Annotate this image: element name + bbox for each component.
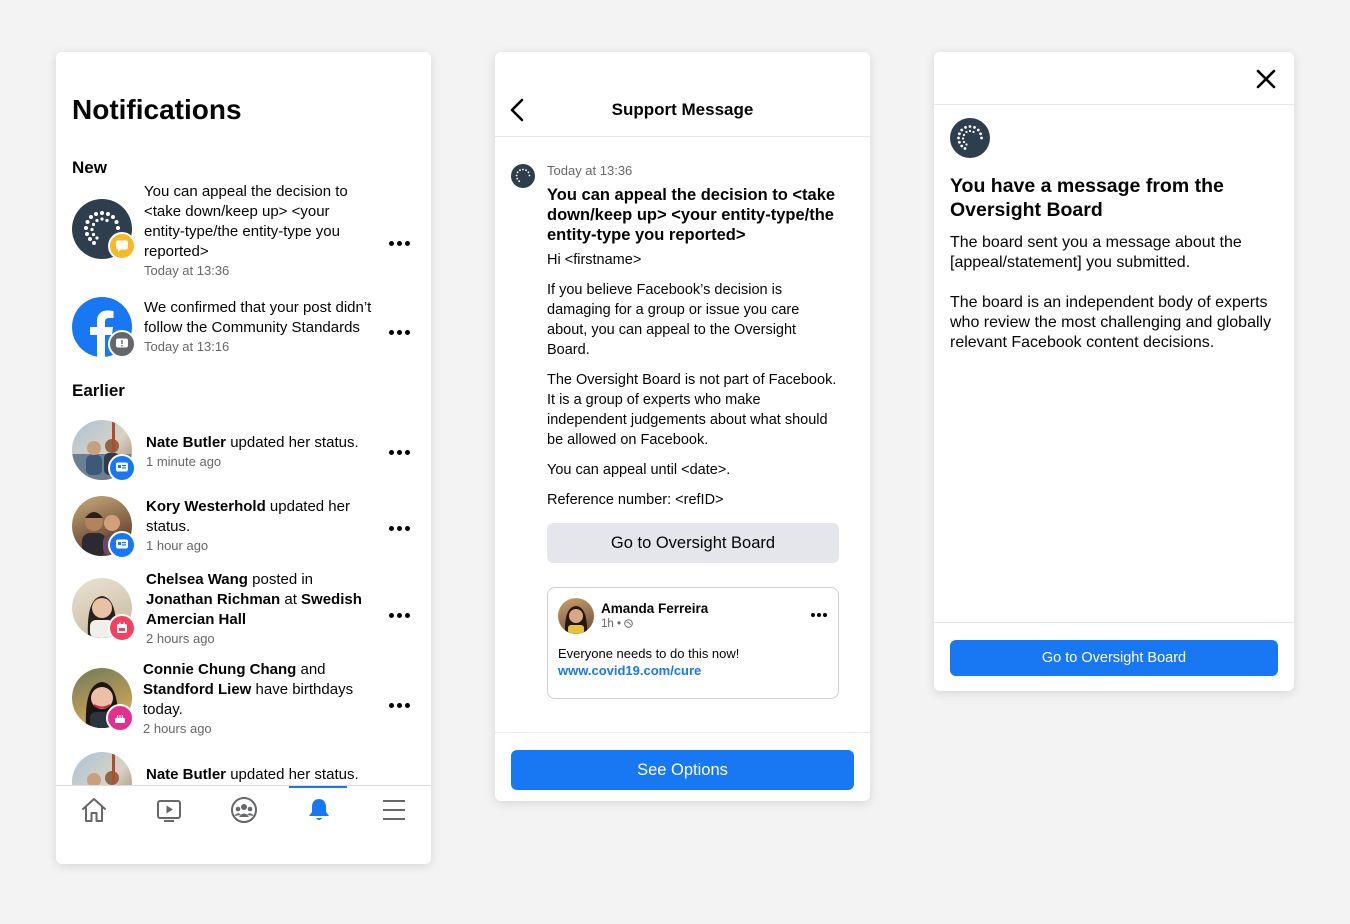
- more-options-icon[interactable]: [387, 439, 411, 460]
- message-title: You can appeal the decision to <take dow…: [547, 186, 836, 244]
- home-icon[interactable]: [79, 796, 109, 824]
- alert-badge-icon: [108, 330, 136, 358]
- page-title: Notifications: [72, 94, 242, 125]
- message-paragraph: The Oversight Board is not part of Faceb…: [547, 372, 837, 448]
- notification-text: at: [280, 591, 302, 608]
- divider: [934, 622, 1294, 623]
- groups-icon[interactable]: [229, 796, 259, 824]
- actor-name[interactable]: Kory Westerhold: [146, 498, 266, 515]
- actor-name[interactable]: Nate Butler: [146, 434, 226, 451]
- post-link[interactable]: www.covid19.com/cure: [558, 663, 701, 678]
- message-greeting: Hi <firstname>: [547, 252, 642, 268]
- notification-time: 1 hour ago: [146, 538, 209, 553]
- message-badge-icon: [108, 232, 136, 260]
- notification-item[interactable]: Kory Westerhold updated her status. 1 ho…: [56, 495, 431, 559]
- more-options-icon[interactable]: [387, 515, 411, 536]
- notification-time: 1 minute ago: [146, 454, 222, 469]
- notification-item[interactable]: You can appeal the decision to <take dow…: [56, 183, 431, 284]
- notification-item[interactable]: We confirmed that your post didn’t follo…: [56, 297, 431, 363]
- post-text: Everyone needs to do this now!: [558, 646, 740, 661]
- go-to-oversight-board-button[interactable]: Go to Oversight Board: [950, 640, 1278, 676]
- close-icon[interactable]: [1256, 69, 1276, 89]
- header-title: Support Message: [611, 100, 754, 119]
- section-earlier-heading: Earlier: [72, 381, 125, 400]
- menu-icon[interactable]: [379, 796, 409, 824]
- section-new-heading: New: [72, 158, 107, 177]
- support-message-panel: Support Message Today at 13:36 You can a…: [495, 52, 870, 801]
- footer: See Options: [495, 732, 870, 801]
- message-paragraph: You can appeal until <date>.: [547, 462, 731, 478]
- divider: [934, 104, 1294, 105]
- more-options-icon[interactable]: [387, 319, 411, 340]
- notification-time: 2 hours ago: [146, 631, 215, 646]
- more-options-icon[interactable]: [387, 692, 411, 713]
- notification-text: updated her status.: [226, 766, 359, 783]
- post-author[interactable]: Amanda Ferreira: [601, 601, 708, 616]
- notification-text: You can appeal the decision to <take dow…: [144, 183, 348, 260]
- actor-name[interactable]: Connie Chung Chang: [143, 661, 296, 678]
- notifications-panel: Notifications New You can appeal the dec…: [56, 52, 431, 864]
- dialog-title: You have a message from the Oversight Bo…: [950, 175, 1224, 221]
- notification-item[interactable]: Connie Chung Chang and Standford Liew ha…: [56, 661, 431, 740]
- more-options-icon[interactable]: [810, 604, 828, 622]
- birthday-cake-icon: [106, 704, 134, 732]
- reference-number: Reference number: <refID>: [547, 492, 724, 508]
- actor-name[interactable]: Jonathan Richman: [146, 591, 280, 608]
- actor-name[interactable]: Nate Butler: [146, 766, 226, 783]
- message-paragraph: If you believe Facebook’s decision is da…: [547, 282, 800, 358]
- bell-icon[interactable]: [304, 796, 334, 824]
- notification-time: Today at 13:16: [144, 339, 230, 354]
- post-meta: 1h •: [601, 618, 622, 630]
- event-badge-icon: [108, 614, 136, 642]
- avatar: [558, 598, 594, 634]
- more-options-icon[interactable]: [387, 230, 411, 251]
- status-badge-icon: [108, 531, 136, 559]
- oversight-board-logo: [950, 118, 990, 158]
- notification-item[interactable]: Chelsea Wang posted in Jonathan Richman …: [56, 571, 431, 650]
- status-badge-icon: [108, 454, 136, 482]
- notification-text: We confirmed that your post didn’t follo…: [144, 299, 372, 336]
- message-time: Today at 13:36: [547, 163, 633, 178]
- notification-text: posted in: [247, 571, 314, 588]
- active-tab-indicator: [289, 786, 347, 788]
- actor-name[interactable]: Chelsea Wang: [146, 571, 248, 588]
- dialog-body: The board sent you a message about the […: [950, 234, 1242, 271]
- notification-time: Today at 13:36: [144, 263, 230, 278]
- dialog-body: The board is an independent body of expe…: [950, 294, 1272, 351]
- header: Support Message: [495, 52, 870, 137]
- bottom-tab-bar: [56, 785, 431, 864]
- notification-text: updated her status.: [226, 434, 359, 451]
- notification-item[interactable]: Nate Butler updated her status. 1 minute…: [56, 418, 431, 482]
- notification-text: and: [296, 661, 326, 678]
- more-options-icon[interactable]: [387, 602, 411, 623]
- see-options-button[interactable]: See Options: [511, 750, 854, 790]
- actor-name[interactable]: Standford Liew: [143, 681, 251, 698]
- reported-post-preview[interactable]: Amanda Ferreira 1h • Everyone needs to d…: [547, 587, 839, 699]
- video-icon[interactable]: [154, 796, 184, 824]
- notification-item[interactable]: Nate Butler updated her status.: [56, 750, 431, 790]
- go-to-oversight-board-button[interactable]: Go to Oversight Board: [547, 523, 839, 563]
- notification-time: 2 hours ago: [143, 721, 212, 736]
- oversight-board-avatar: [511, 164, 535, 188]
- oversight-board-dialog: You have a message from the Oversight Bo…: [934, 52, 1294, 691]
- globe-icon: [624, 619, 634, 628]
